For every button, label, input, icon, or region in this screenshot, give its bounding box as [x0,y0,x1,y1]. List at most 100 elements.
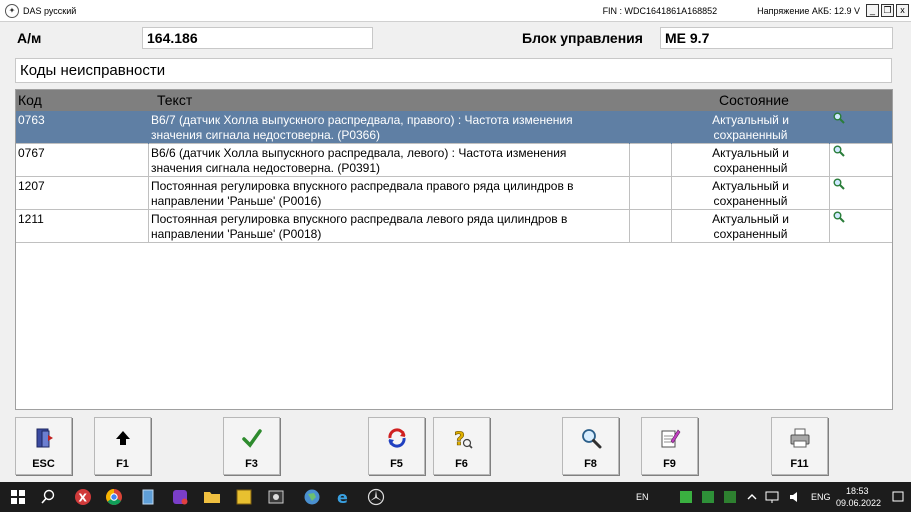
row-text-line: Постоянная регулировка впускного распред… [151,179,574,193]
row-text-line: значения сигнала недостоверна. (P0391) [151,161,381,175]
row-state-line: сохраненный [713,194,788,208]
f5-label: F5 [390,458,403,470]
f1-label: F1 [116,458,129,470]
search-icon[interactable] [38,487,58,507]
close-button[interactable]: x [896,4,909,17]
internet-explorer-icon[interactable]: e [334,487,354,507]
battery-voltage: Напряжение АКБ: 12.9 V [757,5,860,16]
column-header-state: Состояние [719,92,789,108]
row-empty-cell [629,210,671,243]
notepad-edit-icon [661,429,680,448]
model-label: A/м [17,30,42,46]
row-state-line: сохраненный [713,227,788,241]
windows-taskbar: X e EN ENG 18:53 09.06.2022 [0,482,911,512]
row-details-cell[interactable] [829,177,893,210]
magnifier-icon[interactable] [833,145,845,157]
f1-button[interactable]: F1 [94,417,151,475]
row-state-line: Актуальный и [712,179,789,193]
row-text-line: Постоянная регулировка впускного распред… [151,212,568,226]
chrome-icon[interactable] [104,487,124,507]
app-icon-purple[interactable] [170,487,190,507]
row-text-line: B6/7 (датчик Холла выпускного распредвал… [151,113,573,127]
mercedes-das-icon[interactable] [366,487,386,507]
window-title: DAS русский [23,5,77,16]
f11-label: F11 [790,458,809,470]
table-row[interactable]: 1211 Постоянная регулировка впускного ра… [16,210,892,243]
app-icon-film[interactable] [266,487,286,507]
row-text-line: направлении 'Раньше' (P0018) [151,227,322,241]
svg-text:?: ? [454,428,465,449]
row-text-line: значения сигнала недостоверна. (P0366) [151,128,381,142]
printer-icon [790,428,809,448]
f6-label: F6 [455,458,468,470]
column-header-text: Текст [157,92,193,108]
chevron-up-icon[interactable] [742,487,762,507]
row-text: B6/7 (датчик Холла выпускного распредвал… [148,111,630,144]
magnifier-icon[interactable] [833,112,845,124]
app-icon-yellow[interactable] [234,487,254,507]
mercedes-star-icon: ✦ [5,3,19,18]
network-icon[interactable] [762,487,782,507]
row-text-line: B6/6 (датчик Холла выпускного распредвал… [151,146,567,160]
row-code: 0763 [18,113,45,127]
row-state: Актуальный и сохраненный [671,144,829,177]
row-details-cell[interactable] [829,210,893,243]
row-state-line: Актуальный и [712,146,789,160]
document-icon[interactable] [138,487,158,507]
row-text: B6/6 (датчик Холла выпускного распредвал… [148,144,630,177]
row-state: Актуальный и сохраненный [671,111,829,144]
column-header-code: Код [18,92,42,108]
checkmark-icon [241,429,262,448]
tray-app-icon[interactable] [676,487,696,507]
f11-button[interactable]: F11 [771,417,828,475]
f5-button[interactable]: F5 [368,417,425,475]
clock-time[interactable]: 18:53 [846,486,869,496]
row-state-line: Актуальный и [712,212,789,226]
row-text: Постоянная регулировка впускного распред… [148,210,630,243]
f3-button[interactable]: F3 [223,417,280,475]
section-title: Коды неисправности [15,58,892,83]
row-empty-cell [629,144,671,177]
magnifier-icon[interactable] [833,178,845,190]
row-details-cell[interactable] [829,111,893,144]
app-icon-red[interactable]: X [73,487,93,507]
tray-app-icon[interactable] [720,487,740,507]
table-row[interactable]: 0767 B6/6 (датчик Холла выпускного распр… [16,144,892,177]
svg-text:e: e [337,488,348,507]
keyboard-layout[interactable]: ENG [811,492,831,502]
minimize-button[interactable]: _ [866,4,879,17]
row-state-line: Актуальный и [712,113,789,127]
clock-date[interactable]: 09.06.2022 [836,498,881,508]
speaker-icon[interactable] [786,487,806,507]
esc-button[interactable]: ESC [15,417,72,475]
f8-button[interactable]: F8 [562,417,619,475]
windows-start-icon[interactable] [8,487,28,507]
f8-label: F8 [584,458,597,470]
esc-label: ESC [32,458,55,470]
table-header: Код Текст Состояние [16,90,892,111]
f3-label: F3 [245,458,258,470]
app-icon-globe[interactable] [302,487,322,507]
table-row[interactable]: 0763 B6/7 (датчик Холла выпускного распр… [16,111,892,144]
f9-button[interactable]: F9 [641,417,698,475]
restore-button[interactable]: ❐ [881,4,894,17]
magnifier-icon [581,429,601,449]
tray-app-icon[interactable] [698,487,718,507]
magnifier-icon[interactable] [833,211,845,223]
row-details-cell[interactable] [829,144,893,177]
notifications-icon[interactable] [888,487,908,507]
row-code: 1211 [18,212,44,226]
title-bar: ✦ DAS русский FIN : WDC1641861A168852 На… [0,0,911,22]
row-text: Постоянная регулировка впускного распред… [148,177,630,210]
control-unit-label: Блок управления [522,30,643,46]
row-empty-cell [629,177,671,210]
row-state: Актуальный и сохраненный [671,210,829,243]
fault-codes-table: Код Текст Состояние 0763 B6/7 (датчик Хо… [15,89,893,410]
table-row[interactable]: 1207 Постоянная регулировка впускного ра… [16,177,892,210]
help-question-icon: ? [453,428,473,449]
row-state: Актуальный и сохраненный [671,177,829,210]
row-state-line: сохраненный [713,161,788,175]
folder-icon[interactable] [202,487,222,507]
f6-button[interactable]: ? F6 [433,417,490,475]
language-indicator[interactable]: EN [636,492,649,502]
